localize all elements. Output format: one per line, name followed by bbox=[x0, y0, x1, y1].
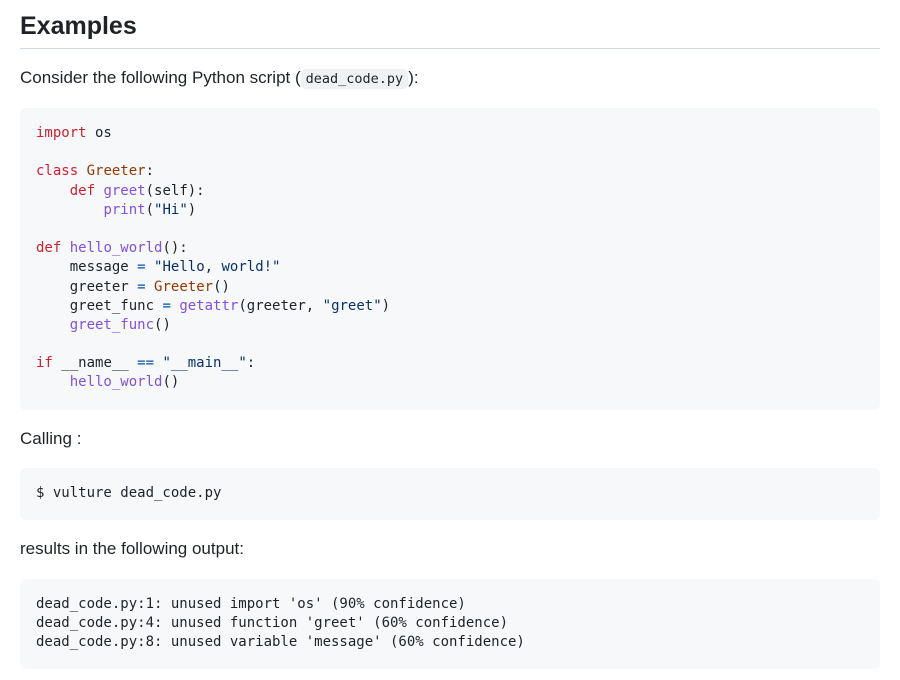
results-label: results in the following output: bbox=[20, 539, 244, 558]
code-line: greet_func() bbox=[69, 316, 171, 333]
command-code-block[interactable]: $ vulture dead_code.py bbox=[20, 468, 880, 520]
intro-text-end: ): bbox=[408, 68, 419, 87]
code-line: print("Hi") bbox=[103, 201, 197, 218]
intro-paragraph: Consider the following Python script (de… bbox=[20, 66, 880, 91]
code-line: message = "Hello, world!" bbox=[69, 259, 281, 276]
intro-text: Consider the following Python script ( bbox=[20, 68, 301, 87]
section-heading: Examples bbox=[20, 0, 880, 49]
calling-label: Calling : bbox=[20, 429, 82, 448]
code-line: def hello_world(): bbox=[36, 240, 188, 257]
code-line: def greet(self): bbox=[69, 182, 205, 199]
code-line: class Greeter: bbox=[36, 163, 155, 180]
output-code-block[interactable]: dead_code.py:1: unused import 'os' (90% … bbox=[20, 579, 880, 669]
python-script-code-block[interactable]: import os class Greeter: def greet(self):… bbox=[20, 108, 880, 410]
output-line: dead_code.py:1: unused import 'os' (90% … bbox=[36, 596, 466, 612]
code-line: greeter = Greeter() bbox=[69, 278, 230, 295]
code-line: greet_func = getattr(greeter, "greet") bbox=[69, 297, 391, 314]
readme-section: Examples Consider the following Python s… bbox=[0, 0, 900, 669]
code-line: hello_world() bbox=[69, 374, 180, 391]
output-line: dead_code.py:4: unused function 'greet' … bbox=[36, 615, 509, 632]
code-line: import os bbox=[36, 125, 112, 141]
code-line: if __name__ == "__main__": bbox=[36, 355, 256, 372]
output-line: dead_code.py:8: unused variable 'message… bbox=[36, 634, 525, 651]
command-line: $ vulture dead_code.py bbox=[36, 485, 222, 501]
inline-code-filename: dead_code.py bbox=[300, 69, 409, 89]
